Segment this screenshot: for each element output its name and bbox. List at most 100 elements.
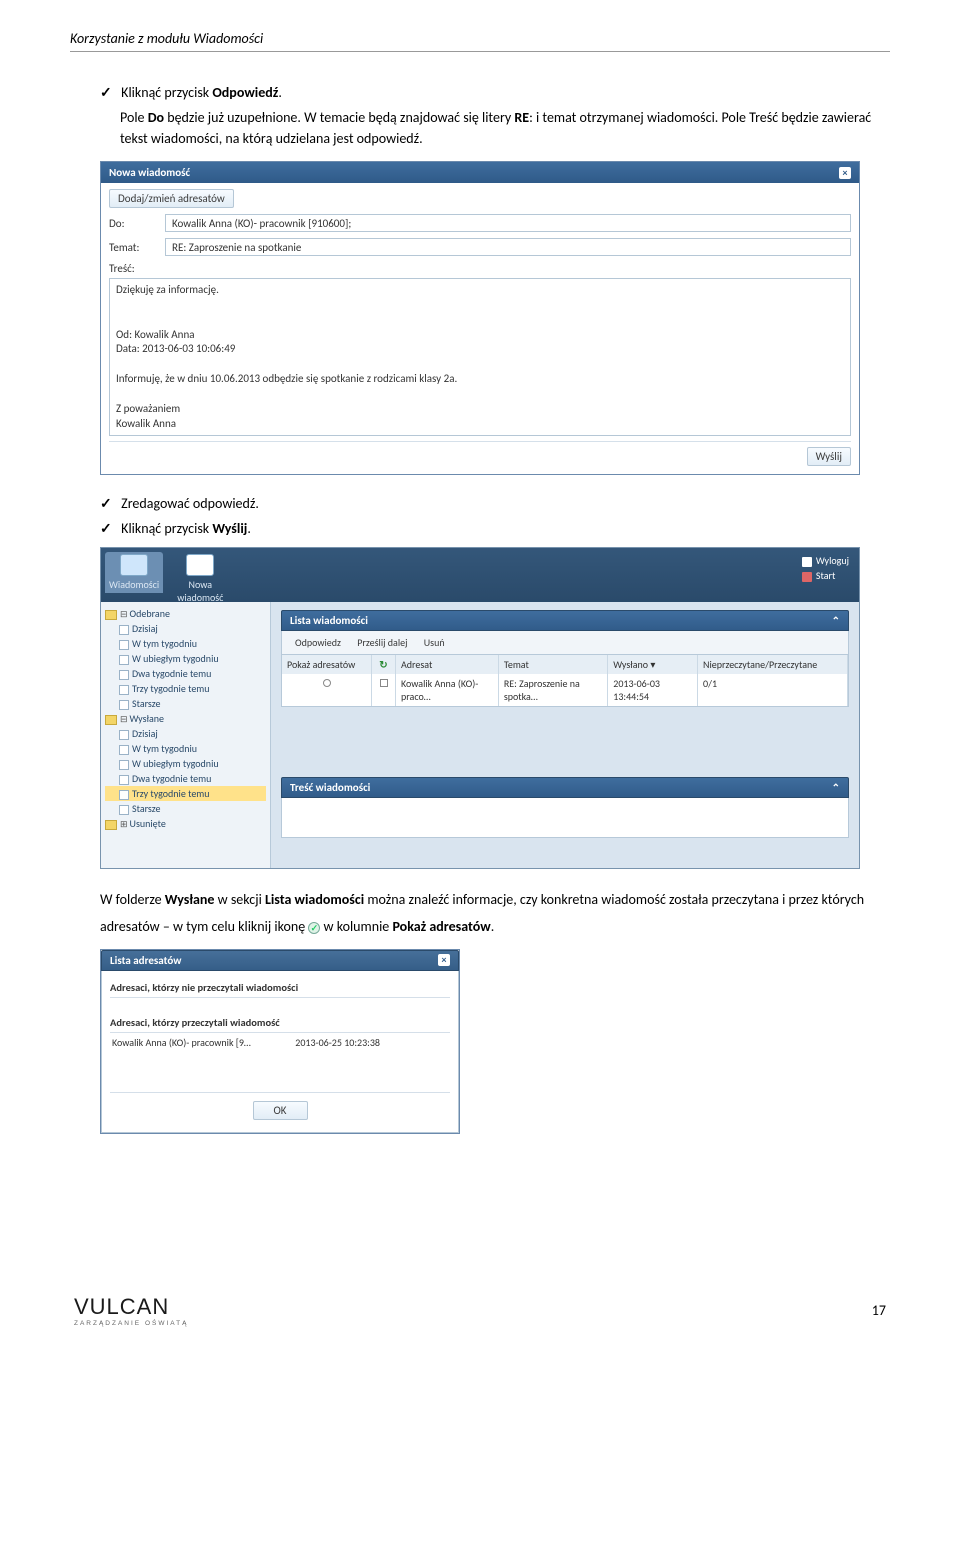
cell-readcount: 0/1 — [698, 674, 848, 706]
folder-inbox[interactable]: ⊟Odebrane — [105, 606, 266, 621]
tree-item[interactable]: Dwa tygodnie temu — [105, 666, 266, 681]
col-subject[interactable]: Temat — [499, 655, 608, 674]
folder-inbox-label: Odebrane — [130, 607, 170, 620]
cell-recipient: Kowalik Anna (KO)- praco… — [396, 674, 499, 706]
intro-paragraph: Pole Do będzie już uzupełnione. W temaci… — [120, 107, 890, 149]
folder-sent-label: Wysłane — [130, 712, 164, 725]
recipients-inline-icon: ✓ — [308, 922, 320, 934]
label-to: Do: — [109, 217, 159, 230]
grid-row[interactable]: Kowalik Anna (KO)- praco… RE: Zaproszeni… — [282, 674, 848, 706]
recipient-row: Kowalik Anna (KO)- pracownik [9… 2013-06… — [110, 1033, 450, 1052]
logout-label: Wyloguj — [816, 554, 849, 567]
after-paragraph: W folderze Wysłane w sekcji Lista wiadom… — [100, 887, 890, 940]
dialog-titlebar: Nowa wiadomość × — [101, 162, 859, 183]
recipients-titlebar: Lista adresatów × — [101, 950, 459, 971]
screenshot-mailbox: Wiadomości Nowa wiadomość Wyloguj Start … — [100, 547, 860, 869]
logo-sub: ZARZĄDZANIE OŚWIATĄ — [74, 1320, 188, 1327]
after-c: w sekcji — [214, 891, 264, 908]
bullet-1: Kliknąć przycisk Odpowiedź. — [100, 82, 890, 103]
content-panel-title: Treść wiadomości ⌃ — [281, 777, 849, 798]
read-heading: Adresaci, którzy przeczytali wiadomość — [110, 1016, 450, 1033]
folder-tree: ⊟Odebrane Dzisiaj W tym tygodniu W ubieg… — [101, 602, 271, 868]
col-show[interactable]: Pokaż adresatów — [282, 655, 372, 674]
intro-p2b: Do — [148, 109, 164, 126]
logout-icon — [802, 557, 812, 567]
logo-main: VULCAN — [74, 1294, 188, 1320]
screenshot-new-message: Nowa wiadomość × Dodaj/zmień adresatów D… — [100, 161, 860, 475]
tree-item[interactable]: Dzisiaj — [105, 726, 266, 741]
tile-messages-label: Wiadomości — [109, 578, 159, 591]
start-label: Start — [816, 569, 835, 582]
screenshot-recipients: Lista adresatów × Adresaci, którzy nie p… — [100, 949, 460, 1134]
start-link[interactable]: Start — [802, 569, 849, 582]
tree-item[interactable]: W ubiegłym tygodniu — [105, 651, 266, 666]
tree-item[interactable]: W tym tygodniu — [105, 636, 266, 651]
header-rule — [70, 51, 890, 52]
label-subject: Temat: — [109, 241, 159, 254]
message-grid: Pokaż adresatów ↻ Adresat Temat Wysłano … — [281, 655, 849, 707]
add-recipients-button[interactable]: Dodaj/zmień adresatów — [109, 189, 234, 208]
close-icon[interactable]: × — [839, 167, 851, 179]
delete-button[interactable]: Usuń — [417, 634, 452, 651]
col-refresh[interactable]: ↻ — [372, 655, 396, 674]
envelope-icon — [120, 554, 148, 576]
bullet-2: Zredagować odpowiedź. — [100, 493, 890, 514]
page-footer: VULCAN ZARZĄDZANIE OŚWIATĄ 17 — [70, 1294, 890, 1327]
grid-header: Pokaż adresatów ↻ Adresat Temat Wysłano … — [282, 655, 848, 674]
tree-item[interactable]: Starsze — [105, 696, 266, 711]
logout-link[interactable]: Wyloguj — [802, 554, 849, 567]
check-icon — [100, 493, 118, 514]
intro-p2d: RE — [514, 109, 529, 126]
bullet-3-b: Wyślij — [212, 520, 247, 537]
cell-subject: RE: Zaproszenie na spotka… — [499, 674, 608, 706]
content-area: Lista wiadomości ⌃ Odpowiedz Prześlij da… — [271, 602, 859, 868]
subject-field[interactable]: RE: Zaproszenie na spotkanie — [165, 238, 851, 256]
tree-item[interactable]: Starsze — [105, 801, 266, 816]
plus-icon[interactable]: ⊞ — [120, 819, 128, 830]
after-f: w kolumnie — [320, 918, 392, 935]
tile-new-message-label: Nowa wiadomość — [177, 578, 223, 604]
col-readcount[interactable]: Nieprzeczytane/Przeczytane — [698, 655, 848, 674]
tree-item-selected[interactable]: Trzy tygodnie temu — [105, 786, 266, 801]
folder-sent[interactable]: ⊟Wysłane — [105, 711, 266, 726]
minus-icon[interactable]: ⊟ — [120, 714, 128, 725]
tree-item[interactable]: Trzy tygodnie temu — [105, 681, 266, 696]
bullet-3-c: . — [247, 520, 251, 537]
reply-button[interactable]: Odpowiedz — [288, 634, 348, 651]
close-icon[interactable]: × — [438, 954, 450, 966]
bullet-2-text: Zredagować odpowiedź. — [121, 495, 259, 512]
content-panel-label: Treść wiadomości — [290, 781, 370, 794]
list-panel-label: Lista wiadomości — [290, 614, 368, 627]
after-b: Wysłane — [165, 891, 215, 908]
col-sent[interactable]: Wysłano ▾ — [608, 655, 698, 674]
tree-item[interactable]: W tym tygodniu — [105, 741, 266, 756]
forward-button[interactable]: Prześlij dalej — [350, 634, 414, 651]
tree-item[interactable]: Dzisiaj — [105, 621, 266, 636]
tree-item[interactable]: W ubiegłym tygodniu — [105, 756, 266, 771]
message-body[interactable]: Dziękuję za informację. Od: Kowalik Anna… — [109, 278, 851, 436]
page-header: Korzystanie z modułu Wiadomości — [70, 30, 890, 47]
bullet-1-c: . — [278, 84, 282, 101]
col-recipient[interactable]: Adresat — [396, 655, 499, 674]
header-links: Wyloguj Start — [802, 554, 849, 584]
bullet-1-b: Odpowiedź — [212, 84, 278, 101]
bullet-1-a: Kliknąć przycisk — [121, 84, 212, 101]
tile-messages[interactable]: Wiadomości — [105, 552, 163, 593]
to-field[interactable]: Kowalik Anna (KO)- pracownik [910600]; — [165, 214, 851, 232]
check-icon — [100, 82, 118, 103]
collapse-icon[interactable]: ⌃ — [832, 614, 840, 627]
ok-button[interactable]: OK — [253, 1101, 308, 1120]
collapse-icon[interactable]: ⌃ — [832, 781, 840, 794]
content-panel-body — [281, 798, 849, 838]
page-number: 17 — [872, 1302, 886, 1319]
minus-icon[interactable]: ⊟ — [120, 609, 128, 620]
folder-deleted[interactable]: ⊞Usunięte — [105, 816, 266, 831]
new-message-icon — [186, 554, 214, 576]
tile-new-message[interactable]: Nowa wiadomość — [173, 552, 227, 606]
logo: VULCAN ZARZĄDZANIE OŚWIATĄ — [74, 1294, 188, 1327]
send-button[interactable]: Wyślij — [807, 447, 851, 466]
after-g: Pokaż adresatów — [392, 918, 490, 935]
tree-item[interactable]: Dwa tygodnie temu — [105, 771, 266, 786]
list-panel-title: Lista wiadomości ⌃ — [281, 610, 849, 631]
show-recipients-icon[interactable] — [323, 679, 331, 687]
